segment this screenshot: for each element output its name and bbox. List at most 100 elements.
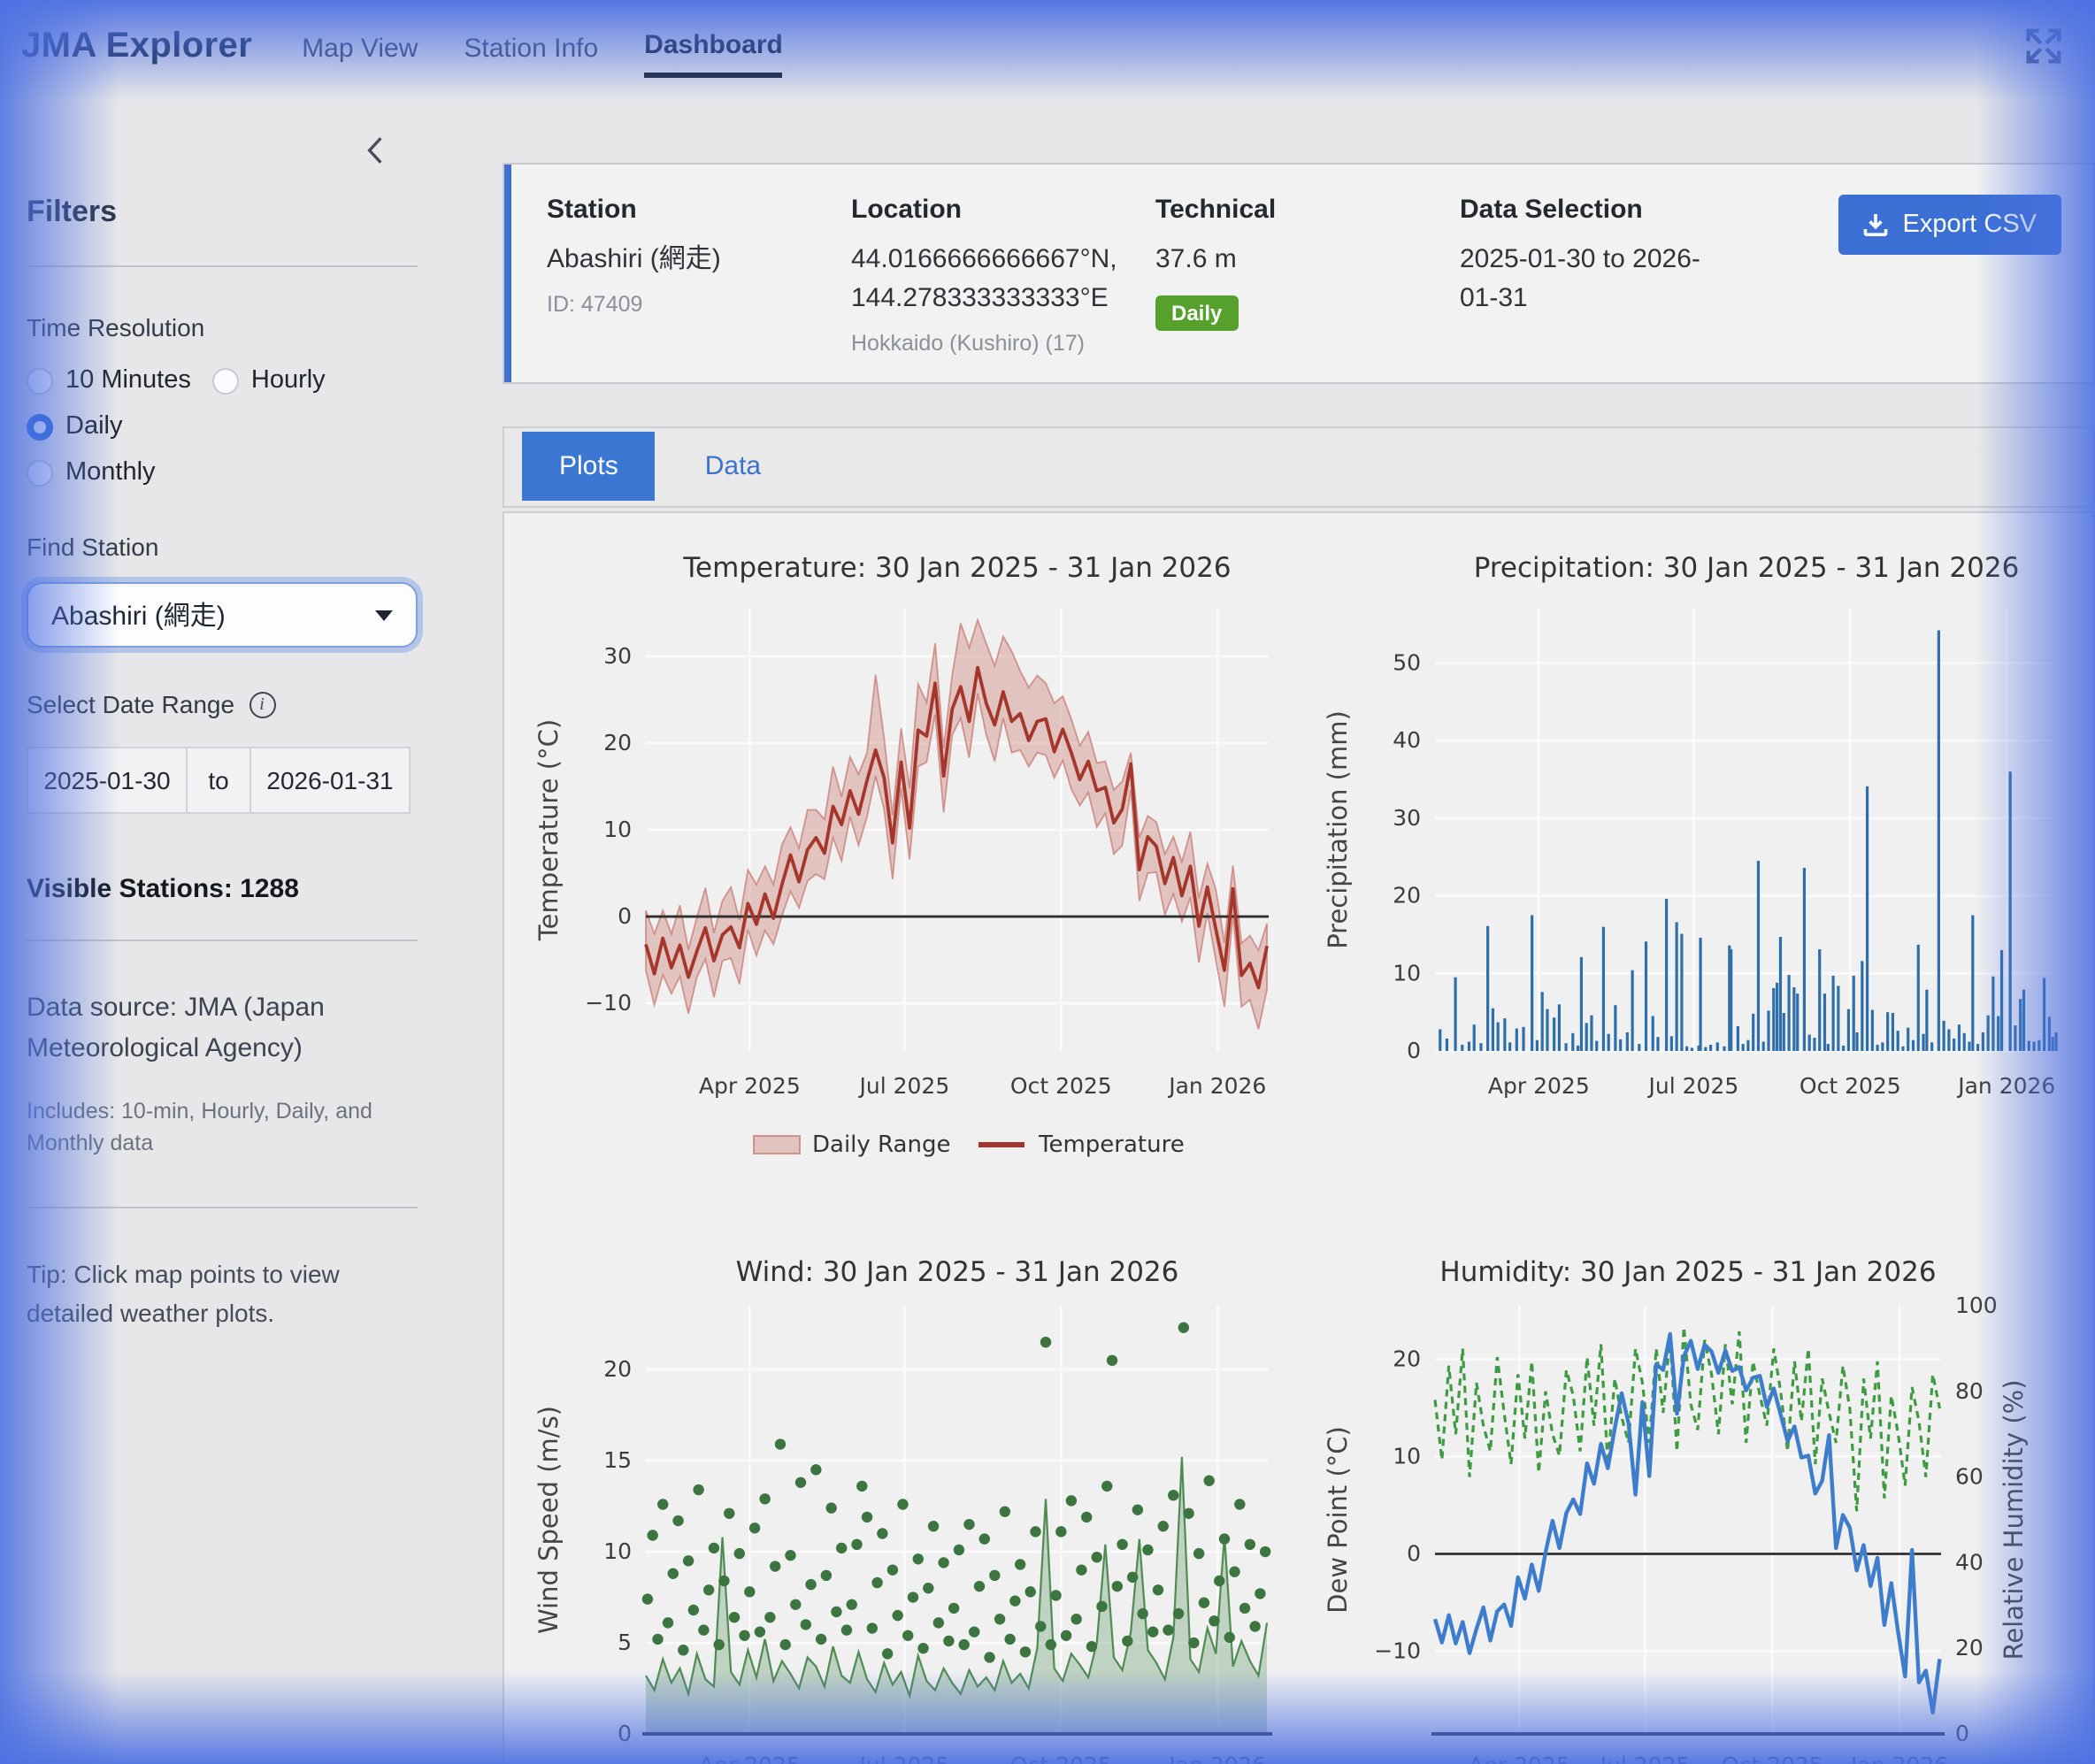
svg-text:−10: −10 [1374,1637,1421,1663]
sidebar-heading: Filters [27,195,418,230]
svg-text:Humidity: 30 Jan 2025 - 31 Jan: Humidity: 30 Jan 2025 - 31 Jan 2026 [1439,1255,1936,1287]
elevation: 37.6 m [1155,241,1442,280]
svg-text:Oct 2025: Oct 2025 [1722,1752,1823,1764]
radio-hourly[interactable]: Hourly [212,366,326,395]
date-range-inputs: to [27,747,418,814]
wind-chart: 05101520Apr 2025Jul 2025Oct 2025Jan 2026… [526,1241,1286,1764]
nav-map-view[interactable]: Map View [302,17,418,75]
svg-text:Temperature: 30 Jan 2025 - 31: Temperature: 30 Jan 2025 - 31 Jan 2026 [682,551,1231,583]
radio-daily[interactable]: Daily [27,412,122,441]
svg-text:30: 30 [603,642,632,668]
sidebar-collapse-icon[interactable] [361,134,389,166]
export-csv-button[interactable]: Export CSV [1839,195,2062,255]
radio-icon[interactable] [27,367,53,394]
app-title: JMA Explorer [21,26,252,66]
date-range-label: Select Date Range [27,690,234,718]
resolution-badge: Daily [1155,295,1238,331]
info-icon[interactable]: i [249,691,275,717]
download-icon [1864,212,1889,237]
main-content: Station Abashiri (網走) ID: 47409 Location… [453,92,2095,1764]
radio-selected-icon[interactable] [27,413,53,440]
radio-label: Monthly [65,458,156,487]
divider [27,265,418,267]
svg-text:10: 10 [603,816,632,841]
radio-label: 10 Minutes [65,366,191,395]
nav-station-info[interactable]: Station Info [464,17,598,75]
svg-text:−10: −10 [585,989,632,1015]
longitude: 144.278333333333°E [851,280,1138,318]
svg-text:20: 20 [1393,882,1421,908]
svg-text:Jan 2026: Jan 2026 [1167,1752,1266,1764]
svg-text:Wind: 30 Jan 2025 - 31 Jan 202: Wind: 30 Jan 2025 - 31 Jan 2026 [736,1255,1179,1287]
radio-label: Hourly [251,366,326,395]
tab-strip: Plots Data [503,426,2095,507]
svg-text:Oct 2025: Oct 2025 [1010,1072,1112,1098]
data-selection-column: Data Selection 2025-01-30 to 2026-01-31 [1460,195,1743,355]
svg-text:5: 5 [618,1629,632,1654]
svg-text:0: 0 [1407,1540,1421,1566]
svg-text:Apr 2025: Apr 2025 [699,1752,801,1764]
latitude: 44.0166666666667°N, [851,241,1138,280]
find-station-label: Find Station [27,533,418,561]
date-range-separator: to [188,747,249,814]
selected-range: 2025-01-30 to 2026-01-31 [1460,241,1725,318]
humidity-chart: 020406080100Relative Humidity (%)−100102… [1315,1241,2076,1764]
svg-text:0: 0 [1955,1720,1969,1745]
time-resolution-label: Time Resolution [27,313,418,341]
plots-panel: −10 0 10 20 30 Apr 2025 Jul 2025 Oct 2025 Jan 20… [503,510,2095,1764]
tab-data[interactable]: Data [687,432,779,501]
radio-10-minutes[interactable]: 10 Minutes [27,366,191,395]
svg-text:Jan 2026: Jan 2026 [1167,1072,1266,1098]
svg-text:Jul 2025: Jul 2025 [858,1072,950,1098]
temperature-chart: −10 0 10 20 30 Apr 2025 Jul 2025 Oct 2025 Jan 20… [526,537,1286,1170]
svg-text:Dew Point (°C): Dew Point (°C) [1323,1425,1353,1613]
radio-monthly[interactable]: Monthly [27,458,396,487]
divider [27,1207,418,1208]
radio-label: Daily [65,412,122,441]
svg-text:0: 0 [618,902,632,928]
visible-stations-count: Visible Stations: 1288 [27,874,418,904]
tab-plots[interactable]: Plots [522,432,656,501]
svg-text:Relative Humidity (%): Relative Humidity (%) [1999,1378,2029,1659]
column-heading: Location [851,195,1138,225]
app-window: JMA Explorer Map View Station Info Dashb… [0,0,2095,1764]
svg-text:Apr 2025: Apr 2025 [699,1072,801,1098]
svg-text:Oct 2025: Oct 2025 [1010,1752,1112,1764]
svg-text:40: 40 [1393,726,1421,752]
top-nav: JMA Explorer Map View Station Info Dashb… [0,0,2095,92]
svg-text:20: 20 [603,729,632,755]
svg-text:Apr 2025: Apr 2025 [1469,1752,1570,1764]
radio-icon[interactable] [212,367,239,394]
column-heading: Station [547,195,833,225]
end-date-input[interactable] [249,747,411,814]
station-id: ID: 47409 [547,292,833,317]
fullscreen-icon[interactable] [2021,23,2067,69]
svg-text:60: 60 [1955,1463,1984,1489]
svg-text:10: 10 [1393,959,1421,985]
svg-text:Daily Range: Daily Range [812,1131,950,1157]
svg-text:0: 0 [618,1720,632,1745]
time-resolution-group: 10 Minutes Hourly Daily Monthly [27,366,418,487]
station-column: Station Abashiri (網走) ID: 47409 [547,195,851,355]
svg-text:30: 30 [1393,804,1421,830]
svg-text:10: 10 [1393,1443,1421,1469]
svg-text:40: 40 [1955,1548,1984,1574]
svg-text:15: 15 [603,1446,632,1472]
radio-icon[interactable] [27,459,53,486]
svg-text:0: 0 [1407,1037,1421,1062]
station-select[interactable]: Abashiri (網走) [27,582,418,648]
divider [27,940,418,941]
nav-dashboard[interactable]: Dashboard [644,14,783,78]
svg-text:Jul 2025: Jul 2025 [1599,1752,1691,1764]
start-date-input[interactable] [27,747,188,814]
station-summary-card: Station Abashiri (網走) ID: 47409 Location… [503,163,2095,383]
svg-text:Wind Speed (m/s): Wind Speed (m/s) [533,1405,564,1633]
technical-column: Technical 37.6 m Daily [1155,195,1460,355]
includes-text: Includes: 10-min, Hourly, Daily, and Mon… [27,1094,418,1161]
svg-text:Jan 2026: Jan 2026 [1849,1752,1948,1764]
svg-text:Temperature (°C): Temperature (°C) [533,718,564,940]
svg-text:10: 10 [603,1538,632,1563]
region: Hokkaido (Kushiro) (17) [851,330,1138,355]
location-column: Location 44.0166666666667°N, 144.2783333… [851,195,1155,355]
svg-text:Precipitation (mm): Precipitation (mm) [1323,709,1353,948]
